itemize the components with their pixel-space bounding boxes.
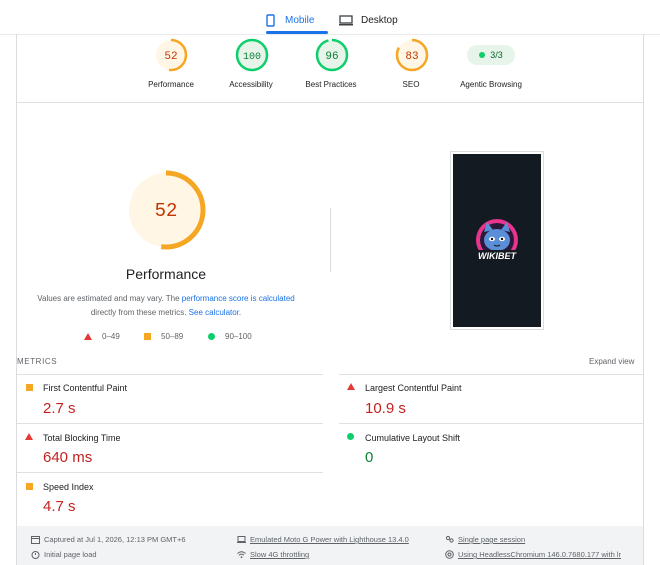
footer-load: Initial page load: [31, 550, 97, 559]
score-value: 52: [164, 51, 177, 63]
footer-load-text: Initial page load: [44, 550, 97, 559]
frame-border-right: [643, 34, 644, 565]
laptop-icon: [237, 536, 246, 543]
performance-score-large: 52: [155, 200, 178, 222]
screenshot-screen: WIKIBET: [453, 154, 541, 327]
metrics-divider: [339, 374, 643, 375]
people-icon: [445, 535, 454, 543]
timer-icon: [31, 551, 40, 559]
metrics-divider: [17, 423, 323, 424]
metric-cls-label: Cumulative Layout Shift: [365, 433, 461, 443]
triangle-icon: [84, 333, 92, 340]
note-text-1: Values are estimated and may vary. The: [37, 294, 182, 303]
footer-session-text: Single page session: [458, 535, 526, 544]
tabbar-divider: [0, 34, 660, 35]
tab-mobile-label: Mobile: [285, 14, 315, 26]
tab-desktop-label: Desktop: [361, 14, 398, 26]
square-icon: [144, 333, 151, 340]
score-gauge-seo[interactable]: 83: [395, 38, 429, 72]
wifi-icon: [237, 551, 246, 559]
legend-fail: 0–49: [84, 332, 120, 341]
pass-circle-icon: [347, 433, 354, 440]
legend-average-range: 50–89: [161, 332, 184, 341]
footer-browser-text: Using HeadlessChromium 146.0.7680.177 wi…: [458, 550, 622, 559]
score-gauge-accessibility[interactable]: 100: [235, 38, 269, 72]
desktop-icon: [339, 14, 353, 25]
metric-si-value: 4.7 s: [43, 498, 76, 515]
legend-average: 50–89: [144, 332, 183, 341]
frame-border-left: [16, 34, 17, 565]
performance-score-link[interactable]: performance score is calculated: [182, 294, 295, 303]
footer-device[interactable]: Emulated Moto G Power with Lighthouse 13…: [237, 535, 409, 544]
phone-icon: [266, 13, 275, 27]
footer-captured: Captured at Jul 1, 2026, 12:13 PM GMT+6: [31, 535, 186, 544]
average-square-icon: [26, 384, 33, 391]
metrics-divider: [17, 472, 323, 473]
metric-lcp-value: 10.9 s: [365, 400, 406, 417]
agentic-browsing-label: Agentic Browsing: [460, 80, 522, 89]
tab-mobile[interactable]: Mobile: [266, 8, 314, 32]
average-square-icon: [26, 483, 33, 490]
metric-fcp-label: First Contentful Paint: [43, 383, 128, 393]
score-value: 96: [325, 51, 338, 63]
score-value: 83: [405, 51, 418, 63]
score-gauge-best-practices[interactable]: 96: [315, 38, 349, 72]
legend-pass-range: 90–100: [225, 332, 252, 341]
legend-fail-range: 0–49: [102, 332, 120, 341]
calendar-icon: [31, 536, 40, 544]
pass-dot-icon: [479, 52, 486, 58]
metric-tbt-label: Total Blocking Time: [43, 433, 121, 443]
footer-throttle[interactable]: Slow 4G throttling: [237, 550, 309, 559]
score-value: 100: [243, 52, 261, 63]
metrics-divider: [339, 423, 643, 424]
footer-captured-text: Captured at Jul 1, 2026, 12:13 PM GMT+6: [44, 535, 186, 544]
agentic-browsing-badge[interactable]: 3/3: [467, 45, 515, 65]
tab-desktop[interactable]: Desktop: [339, 8, 398, 32]
metric-tbt-value: 640 ms: [43, 449, 93, 466]
fail-triangle-icon: [347, 383, 355, 390]
section-divider: [16, 102, 644, 103]
wikibet-logo: WIKIBET: [472, 219, 522, 261]
performance-title: Performance: [125, 266, 207, 282]
footer-browser[interactable]: Using HeadlessChromium 146.0.7680.177 wi…: [445, 550, 621, 559]
footer-session[interactable]: Single page session: [445, 535, 525, 544]
footer-device-text: Emulated Moto G Power with Lighthouse 13…: [250, 535, 409, 544]
runtime-settings-footer: Captured at Jul 1, 2026, 12:13 PM GMT+6 …: [17, 526, 643, 565]
agentic-browsing-value: 3/3: [490, 50, 503, 60]
metrics-header: METRICS: [17, 357, 58, 366]
fail-triangle-icon: [25, 433, 33, 440]
metric-lcp-label: Largest Contentful Paint: [365, 383, 462, 393]
metric-cls-value: 0: [365, 449, 374, 466]
metric-fcp-value: 2.7 s: [43, 400, 76, 417]
vertical-separator: [330, 208, 331, 272]
note-text-2: directly from these metrics.: [90, 308, 189, 317]
legend-pass: 90–100: [208, 332, 252, 341]
final-screenshot[interactable]: WIKIBET: [450, 151, 544, 330]
chrome-icon: [445, 550, 454, 559]
performance-gauge-large: 52: [126, 170, 206, 250]
metric-si-label: Speed Index: [43, 482, 94, 492]
expand-view-button[interactable]: Expand view: [589, 357, 634, 366]
footer-throttle-text: Slow 4G throttling: [250, 550, 310, 559]
wikibet-logo-text: WIKIBET: [478, 251, 517, 261]
metrics-divider: [17, 374, 323, 375]
calculator-link[interactable]: See calculator.: [189, 308, 241, 317]
score-gauge-performance[interactable]: 52: [154, 38, 188, 72]
performance-note: Values are estimated and may vary. The p…: [30, 292, 302, 320]
circle-icon: [208, 333, 215, 340]
